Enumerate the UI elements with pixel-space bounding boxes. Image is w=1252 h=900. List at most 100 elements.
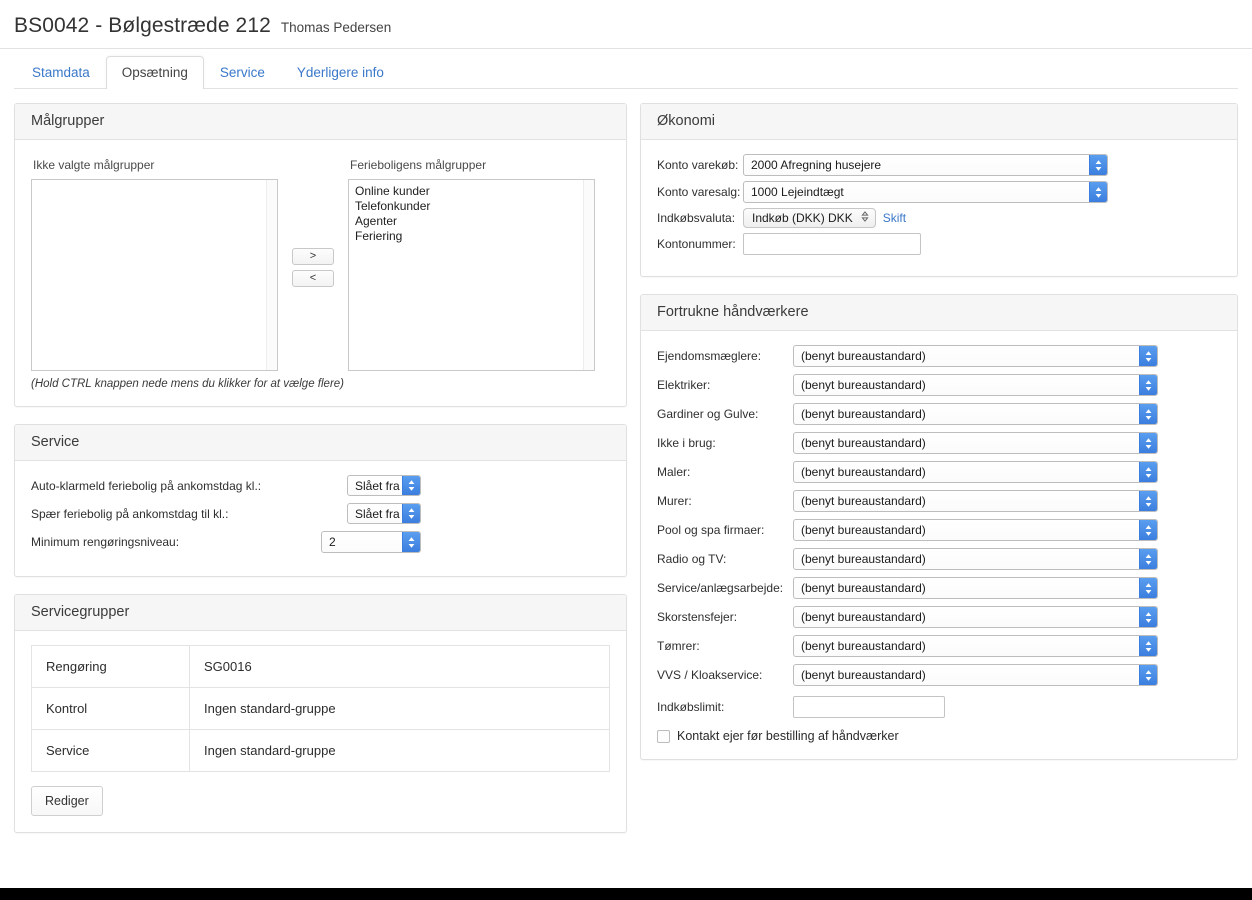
select-konto-varekob[interactable]: 2000 Afregning husejere <box>743 154 1108 176</box>
select-pool-og-spa-firmaer[interactable]: (benyt bureaustandard) <box>793 519 1158 541</box>
select-minimum-rengoeringsniveau-value: 2 <box>329 535 336 549</box>
select-radio-og-tv[interactable]: (benyt bureaustandard) <box>793 548 1158 570</box>
indkobslimit-input[interactable] <box>793 696 945 718</box>
select-konto-varekob-value: 2000 Afregning husejere <box>751 158 881 172</box>
kontonummer-input[interactable] <box>743 233 921 255</box>
select-toemrer-value: (benyt bureaustandard) <box>801 639 926 653</box>
panel-maalgrupper-body: Ikke valgte målgrupper > < Ferieboligens… <box>15 140 626 406</box>
list-item[interactable]: Online kunder <box>353 184 590 199</box>
move-left-button[interactable]: < <box>292 270 334 287</box>
haandvaerker-row-gardiner-og-gulve: Gardiner og Gulve:(benyt bureaustandard) <box>657 403 1221 425</box>
label-gardiner-og-gulve: Gardiner og Gulve: <box>657 407 793 421</box>
panel-fortrukne-haandvaerkere: Fortrukne håndværkere Ejendomsmæglere:(b… <box>640 294 1238 760</box>
select-radio-og-tv-value: (benyt bureaustandard) <box>801 552 926 566</box>
select-maler-value: (benyt bureaustandard) <box>801 465 926 479</box>
select-gardiner-og-gulve[interactable]: (benyt bureaustandard) <box>793 403 1158 425</box>
label-ferieboligens-maalgrupper: Ferieboligens målgrupper <box>350 158 595 172</box>
owner-name: Thomas Pedersen <box>281 20 391 35</box>
select-minimum-rengoeringsniveau[interactable]: 2 <box>321 531 421 553</box>
panel-servicegrupper-body: RengøringSG0016KontrolIngen standard-gru… <box>15 631 626 832</box>
list-item[interactable]: Telefonkunder <box>353 199 590 214</box>
label-radio-og-tv: Radio og TV: <box>657 552 793 566</box>
label-spaer-feriebolig: Spær feriebolig på ankomstdag til kl.: <box>31 507 228 521</box>
select-service-anlaegsarbejde[interactable]: (benyt bureaustandard) <box>793 577 1158 599</box>
listbox-ferieboligens-maalgrupper[interactable]: Online kunderTelefonkunderAgenterFerieri… <box>348 179 595 371</box>
select-skorstensfejer-value: (benyt bureaustandard) <box>801 610 926 624</box>
select-spaer-feriebolig-value: Slået fra <box>355 507 400 521</box>
panel-okonomi-body: Konto varekøb: 2000 Afregning husejere K… <box>641 140 1237 276</box>
dual-list-maalgrupper: Ikke valgte målgrupper > < Ferieboligens… <box>31 154 610 371</box>
label-auto-klarmeld: Auto-klarmeld feriebolig på ankomstdag k… <box>31 479 261 493</box>
select-konto-varesalg[interactable]: 1000 Lejeindtægt <box>743 181 1108 203</box>
label-ikke-i-brug: Ikke i brug: <box>657 436 793 450</box>
page-title: BS0042 - Bølgestræde 212 <box>14 14 271 38</box>
select-murer[interactable]: (benyt bureaustandard) <box>793 490 1158 512</box>
skift-link[interactable]: Skift <box>883 211 906 225</box>
select-ejendomsmaeglere[interactable]: (benyt bureaustandard) <box>793 345 1158 367</box>
haandvaerker-row-ikke-i-brug: Ikke i brug: (benyt bureaustandard) <box>657 432 1221 454</box>
label-skorstensfejer: Skorstensfejer: <box>657 610 793 624</box>
left-column: Målgrupper Ikke valgte målgrupper > < <box>14 103 627 849</box>
servicegruppe-value: Ingen standard-gruppe <box>190 688 610 730</box>
label-ikke-valgte-maalgrupper: Ikke valgte målgrupper <box>33 158 278 172</box>
label-indkobsvaluta: Indkøbsvaluta: <box>657 211 743 225</box>
chevron-updown-icon <box>1139 346 1157 366</box>
label-konto-varekob: Konto varekøb: <box>657 158 743 172</box>
select-auto-klarmeld-value: Slået fra <box>355 479 400 493</box>
tab-stamdata[interactable]: Stamdata <box>16 56 106 90</box>
tab-opsaetning[interactable]: Opsætning <box>106 56 204 90</box>
select-ikke-i-brug[interactable]: (benyt bureaustandard) <box>793 432 1158 454</box>
panel-okonomi: Økonomi Konto varekøb: 2000 Afregning hu… <box>640 103 1238 277</box>
listbox-right-scrollbar[interactable] <box>583 180 594 370</box>
haandvaerker-row-radio-og-tv: Radio og TV: (benyt bureaustandard) <box>657 548 1221 570</box>
service-form: Auto-klarmeld feriebolig på ankomstdag k… <box>31 475 421 553</box>
tab-bar: Stamdata Opsætning Service Yderligere in… <box>0 49 1252 89</box>
haandvaerker-row-ejendomsmaeglere: Ejendomsmæglere: (benyt bureaustandard) <box>657 345 1221 367</box>
page-header: BS0042 - Bølgestræde 212 Thomas Pedersen <box>0 0 1252 49</box>
panel-maalgrupper: Målgrupper Ikke valgte målgrupper > < <box>14 103 627 407</box>
servicegruppe-value: SG0016 <box>190 646 610 688</box>
tab-service[interactable]: Service <box>204 56 281 90</box>
label-konto-varesalg: Konto varesalg: <box>657 185 743 199</box>
service-ctrl-auto-klarmeld: Slået fra <box>347 475 421 496</box>
dual-list-left: Ikke valgte målgrupper <box>31 154 278 371</box>
select-skorstensfejer[interactable]: (benyt bureaustandard) <box>793 606 1158 628</box>
label-pool-og-spa-firmaer: Pool og spa firmaer: <box>657 523 793 537</box>
haandvaerkere-rows: Ejendomsmæglere:(benyt bureaustandard)El… <box>657 345 1221 686</box>
select-auto-klarmeld[interactable]: Slået fra <box>347 475 421 496</box>
select-indkobsvaluta[interactable]: Indkøb (DKK) DKK <box>743 208 876 228</box>
select-elektriker[interactable]: (benyt bureaustandard) <box>793 374 1158 396</box>
table-row: KontrolIngen standard-gruppe <box>32 688 610 730</box>
select-spaer-feriebolig[interactable]: Slået fra <box>347 503 421 524</box>
chevron-updown-icon <box>1139 520 1157 540</box>
select-service-anlaegsarbejde-value: (benyt bureaustandard) <box>801 581 926 595</box>
haandvaerker-row-service-anlaegsarbejde: Service/anlægsarbejde:(benyt bureaustand… <box>657 577 1221 599</box>
chevron-updown-icon <box>1139 607 1157 627</box>
service-ctrl-spaer-feriebolig: Slået fra <box>347 503 421 524</box>
list-item[interactable]: Agenter <box>353 214 590 229</box>
select-toemrer[interactable]: (benyt bureaustandard) <box>793 635 1158 657</box>
select-murer-value: (benyt bureaustandard) <box>801 494 926 508</box>
select-vvs-kloakservice[interactable]: (benyt bureaustandard) <box>793 664 1158 686</box>
haandvaerker-row-toemrer: Tømrer:(benyt bureaustandard) <box>657 635 1221 657</box>
tab-yderligere-info[interactable]: Yderligere info <box>281 56 400 90</box>
listbox-ikke-valgte-maalgrupper[interactable] <box>31 179 278 371</box>
list-item[interactable]: Feriering <box>353 229 590 244</box>
label-ejendomsmaeglere: Ejendomsmæglere: <box>657 349 793 363</box>
label-murer: Murer: <box>657 494 793 508</box>
panel-haandvaerkere-title: Fortrukne håndværkere <box>641 295 1237 331</box>
kontakt-ejer-checkbox[interactable] <box>657 730 670 743</box>
service-ctrl-rengoeringsniveau: 2 <box>321 531 421 553</box>
right-column: Økonomi Konto varekøb: 2000 Afregning hu… <box>640 103 1238 849</box>
move-right-button[interactable]: > <box>292 248 334 265</box>
haandvaerker-row-elektriker: Elektriker:(benyt bureaustandard) <box>657 374 1221 396</box>
rediger-button[interactable]: Rediger <box>31 786 103 816</box>
select-maler[interactable]: (benyt bureaustandard) <box>793 461 1158 483</box>
select-ejendomsmaeglere-value: (benyt bureaustandard) <box>801 349 926 363</box>
listbox-left-scrollbar[interactable] <box>266 180 277 370</box>
panel-service-title: Service <box>15 425 626 461</box>
chevron-updown-icon <box>1139 549 1157 569</box>
select-indkobsvaluta-value: Indkøb (DKK) DKK <box>752 211 853 225</box>
chevron-updown-icon <box>1089 155 1107 175</box>
select-ikke-i-brug-value: (benyt bureaustandard) <box>801 436 926 450</box>
